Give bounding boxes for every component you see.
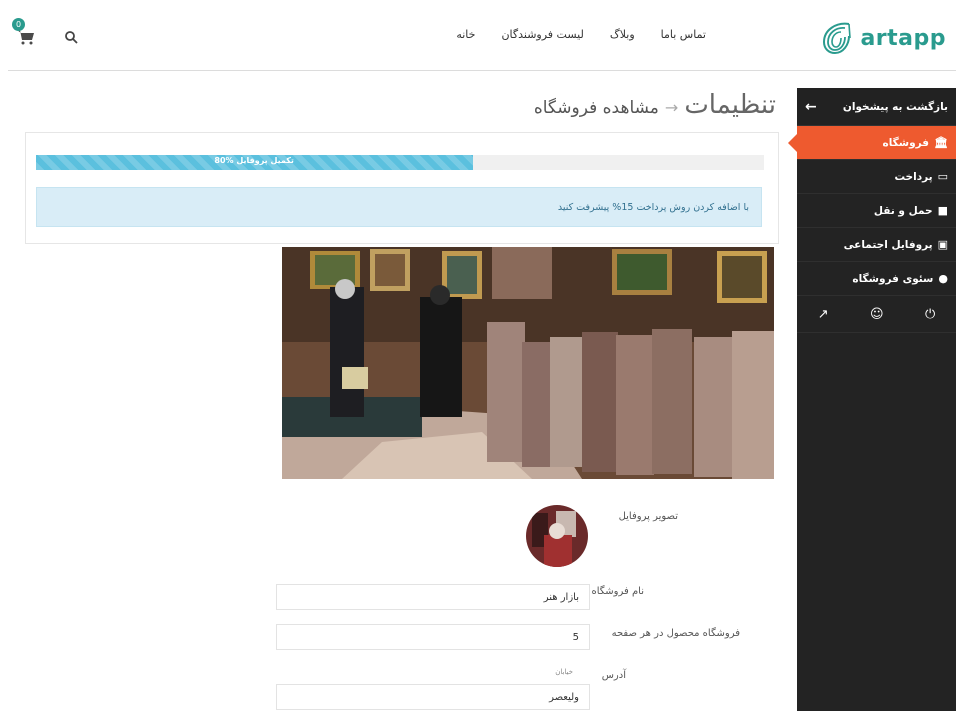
address-label: آدرس [601,670,626,681]
globe-icon: ● [938,272,948,285]
page-title-sub: مشاهده فروشگاه [533,98,659,118]
share-icon: ▣ [937,238,948,251]
dashboard-sidebar: بازگشت به پیشخوان ← 🏛︎ فروشگاه ▭ پرداخت … [788,88,956,711]
page-title-main: تنظیمات [684,90,776,120]
info-alert: با اضافه کردن روش پرداخت 15% پیشرفت کنید [36,187,762,227]
sidebar-item-store-seo[interactable]: ● سئوی فروشگاه [797,262,956,296]
back-label: بازگشت به پیشخوان [842,100,948,113]
back-to-dashboard-link[interactable]: بازگشت به پیشخوان ← [797,88,956,126]
profile-completion-panel: 80% تکمیل پروفایل با اضافه کردن روش پردا… [25,132,779,244]
cart-count-badge: 0 [12,18,25,31]
address-value: ولیعصر [549,691,579,703]
sidebar-item-label: سئوی فروشگاه [852,272,934,285]
logo[interactable]: artapp [816,18,946,58]
store-name-value: بازار هنر [543,591,579,603]
address-hint: خیابان [555,668,573,676]
sidebar-item-label: پروفایل اجتماعی [843,238,933,251]
search-icon[interactable] [64,30,78,44]
truck-icon: ■ [937,204,948,217]
sidebar-item-social-profile[interactable]: ▣ پروفایل اجتماعی [797,228,956,262]
carpet-shop-photo [282,247,774,479]
arrow-left-icon: ← [805,98,817,115]
header-divider [8,70,956,71]
page-title: تنظیمات → مشاهده فروشگاه [534,90,776,120]
external-link-icon[interactable]: ↗ [818,307,829,322]
nav-home[interactable]: خانه [456,28,475,41]
profile-avatar[interactable] [526,505,588,567]
store-name-label: نام فروشگاه [591,586,644,597]
sidebar-action-icons: ↗ ☺ ⏻ [797,296,956,333]
logo-text: artapp [860,25,946,51]
store-banner-image[interactable] [282,247,774,479]
avatar-image [526,505,588,567]
main-nav: خانه لیست فروشندگان وبلاگ تماس باما [456,28,706,41]
sidebar-item-store[interactable]: 🏛︎ فروشگاه [788,126,956,160]
store-name-input[interactable]: بازار هنر [276,584,590,610]
products-per-page-value: 5 [572,631,579,643]
nav-contact[interactable]: تماس باما [661,28,706,41]
bank-icon: 🏛︎ [934,136,948,149]
products-per-page-input[interactable]: 5 [276,624,590,650]
sidebar-item-label: فروشگاه [882,136,930,149]
header: artapp خانه لیست فروشندگان وبلاگ تماس با… [0,0,956,72]
progress-label: 80% تکمیل پروفایل [214,156,294,165]
sidebar-item-payment[interactable]: ▭ پرداخت [797,160,956,194]
power-icon[interactable]: ⏻ [925,307,935,322]
user-icon[interactable]: ☺ [870,307,884,322]
logo-icon [823,22,852,55]
breadcrumb-separator: → [664,98,679,117]
alert-text: با اضافه کردن روش پرداخت 15% پیشرفت کنید [557,201,749,213]
cart-button[interactable]: 0 [12,18,38,48]
nav-vendors[interactable]: لیست فروشندگان [501,28,583,41]
sidebar-item-shipping[interactable]: ■ حمل و نقل [797,194,956,228]
sidebar-item-label: حمل و نقل [873,204,933,217]
nav-blog[interactable]: وبلاگ [610,28,635,41]
profile-photo-label: تصویر پروفایل [618,511,678,522]
products-per-page-label: فروشگاه محصول در هر صفحه [611,628,740,639]
sidebar-item-label: پرداخت [894,170,933,183]
profile-progress-bar: 80% تکمیل پروفایل [36,155,764,170]
address-input[interactable]: ولیعصر [276,684,590,710]
credit-card-icon: ▭ [937,170,948,183]
